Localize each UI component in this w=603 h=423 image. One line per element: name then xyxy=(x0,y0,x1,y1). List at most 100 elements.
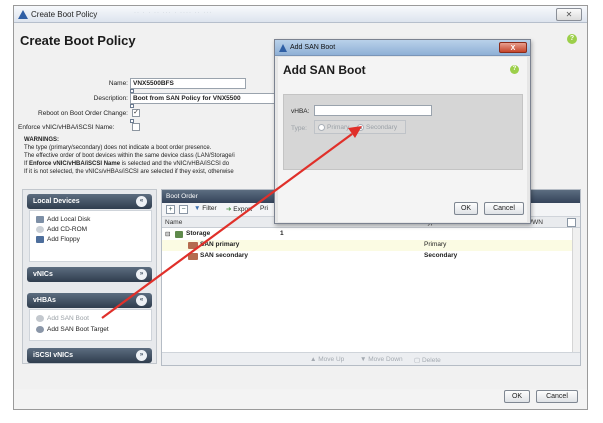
primary-radio[interactable] xyxy=(318,124,325,131)
print-label: Pri xyxy=(260,205,268,212)
app-logo-icon xyxy=(18,10,28,19)
ok-button[interactable]: OK xyxy=(504,390,530,403)
san-boot-icon xyxy=(36,315,44,322)
collapse-icon[interactable]: « xyxy=(136,295,147,306)
dialog-titlebar: Add SAN Boot X xyxy=(275,40,530,56)
print-button[interactable]: Pri xyxy=(260,205,268,215)
window-title: Create Boot Policy xyxy=(31,10,98,19)
accordion-iscsi-vnics-label: iSCSI vNICs xyxy=(33,352,74,359)
table-row[interactable]: SAN secondary Secondary xyxy=(162,251,572,262)
move-up-button[interactable]: ▲ Move Up xyxy=(310,356,344,363)
dialog-cancel-button[interactable]: Cancel xyxy=(484,202,524,215)
page-title: Create Boot Policy xyxy=(20,33,136,48)
dialog-close-button[interactable]: X xyxy=(499,42,527,53)
floppy-icon xyxy=(36,236,44,243)
help-icon[interactable]: ? xyxy=(567,34,577,44)
type-label: Type: xyxy=(291,125,307,132)
san-target-icon xyxy=(36,326,44,333)
expand-icon[interactable]: » xyxy=(136,350,147,361)
dialog-logo-icon xyxy=(279,44,287,52)
vhba-field[interactable] xyxy=(314,105,432,116)
add-cd-rom-link[interactable]: Add CD-ROM xyxy=(36,226,87,233)
add-floppy-link[interactable]: Add Floppy xyxy=(36,236,80,243)
row-type: Secondary xyxy=(424,252,458,259)
accordion-iscsi-vnics[interactable]: iSCSI vNICs » xyxy=(27,348,152,363)
collapse-icon[interactable]: « xyxy=(136,196,147,207)
add-san-boot-target-link[interactable]: Add SAN Boot Target xyxy=(36,326,109,333)
add-floppy-label: Add Floppy xyxy=(47,236,80,244)
warning-line-2: The effective order of boot devices with… xyxy=(24,153,235,159)
type-radio-group: Primary Secondary xyxy=(314,120,406,134)
row-order: 1 xyxy=(280,230,284,237)
move-down-label: Move Down xyxy=(368,356,403,363)
row-name: Storage xyxy=(186,230,211,237)
secondary-radio[interactable] xyxy=(357,124,364,131)
move-down-icon: ▼ xyxy=(360,356,367,363)
warning-line-3-bold: Enforce vNIC/vHBA/iSCSI Name xyxy=(29,161,121,167)
column-chooser-icon[interactable] xyxy=(567,218,576,227)
device-accordion: Local Devices « Add Local Disk Add CD-RO… xyxy=(22,189,157,364)
cancel-button[interactable]: Cancel xyxy=(536,390,578,403)
delete-button[interactable]: ▢ Delete xyxy=(414,356,441,364)
add-local-disk-link[interactable]: Add Local Disk xyxy=(36,216,90,223)
secondary-label: Secondary xyxy=(366,124,398,131)
table-row[interactable]: ⊟ Storage 1 xyxy=(162,229,572,240)
export-label: Export xyxy=(233,206,253,213)
accordion-local-devices-label: Local Devices xyxy=(33,198,80,205)
delete-label: Delete xyxy=(421,357,441,364)
dialog-heading: Add SAN Boot xyxy=(283,63,366,77)
local-devices-list: Add Local Disk Add CD-ROM Add Floppy xyxy=(29,210,152,262)
warning-line-4: If it is not selected, the vNICs/vHBAs/i… xyxy=(24,169,234,175)
add-local-disk-label: Add Local Disk xyxy=(47,216,91,224)
window-title-faint: ·· · · ·· ··· · ···· ·· ··· xyxy=(134,10,213,16)
storage-icon xyxy=(175,231,183,238)
add-san-boot-link[interactable]: Add SAN Boot xyxy=(36,315,89,322)
dialog-window-title: Add SAN Boot xyxy=(290,44,336,51)
boot-order-scrollbar[interactable] xyxy=(572,228,580,352)
san-icon xyxy=(188,253,198,260)
add-san-boot-dialog: Add SAN Boot X Add SAN Boot ? vHBA: Type… xyxy=(274,39,531,224)
add-san-boot-label: Add SAN Boot xyxy=(47,315,89,323)
filter-icon: ▼ xyxy=(194,205,201,212)
move-down-button[interactable]: ▼ Move Down xyxy=(360,356,403,363)
filter-button[interactable]: ▼ Filter xyxy=(194,205,217,215)
export-button[interactable]: ➔ Export xyxy=(226,205,252,215)
expand-toggle-icon[interactable]: ⊟ xyxy=(165,230,170,238)
expand-icon[interactable]: » xyxy=(136,269,147,280)
help-icon[interactable]: ? xyxy=(510,65,519,74)
accordion-vnics[interactable]: vNICs » xyxy=(27,267,152,282)
dialog-body: Add SAN Boot ? vHBA: Type: Primary Secon… xyxy=(278,57,527,222)
remove-row-button[interactable]: − xyxy=(179,205,188,214)
accordion-local-devices[interactable]: Local Devices « xyxy=(27,194,152,209)
dialog-form: vHBA: Type: Primary Secondary xyxy=(283,94,523,170)
primary-label: Primary xyxy=(327,124,350,131)
window-close-button[interactable]: ✕ xyxy=(556,8,582,21)
table-row[interactable]: SAN primary Primary xyxy=(162,240,572,251)
add-cd-rom-label: Add CD-ROM xyxy=(47,226,88,234)
san-icon xyxy=(188,242,198,249)
add-row-button[interactable]: + xyxy=(166,205,175,214)
description-label: Description: xyxy=(93,95,128,102)
name-field[interactable]: VNX5500BFS xyxy=(130,78,246,89)
move-up-icon: ▲ xyxy=(310,356,317,363)
row-type: Primary xyxy=(424,241,447,248)
description-field[interactable]: Boot from SAN Policy for VNX5500 xyxy=(130,93,282,104)
accordion-vhbas[interactable]: vHBAs « xyxy=(27,293,152,308)
move-up-label: Move Up xyxy=(318,356,345,363)
vhba-label: vHBA: xyxy=(291,108,310,115)
description-info-icon xyxy=(130,104,134,108)
dialog-ok-button[interactable]: OK xyxy=(454,202,478,215)
reboot-label: Reboot on Boot Order Change: xyxy=(38,110,128,117)
cd-icon xyxy=(36,226,44,233)
warning-line-3-suffix: is selected and the vNIC/vHBA/iSCSI do xyxy=(120,161,230,167)
enforce-label: Enforce vNIC/vHBA/iSCSI Name: xyxy=(18,124,115,131)
vhbas-list: Add SAN Boot Add SAN Boot Target xyxy=(29,309,152,341)
reboot-checkbox[interactable]: ✓ xyxy=(132,109,140,117)
add-san-boot-target-label: Add SAN Boot Target xyxy=(47,326,109,334)
delete-icon: ▢ xyxy=(414,357,421,364)
warning-line-3: If Enforce vNIC/vHBA/iSCSI Name is selec… xyxy=(24,160,294,168)
accordion-vnics-label: vNICs xyxy=(33,271,53,278)
enforce-checkbox[interactable] xyxy=(132,123,140,131)
warning-line-1: The type (primary/secondary) does not in… xyxy=(24,145,212,151)
column-name: Name xyxy=(165,219,183,226)
